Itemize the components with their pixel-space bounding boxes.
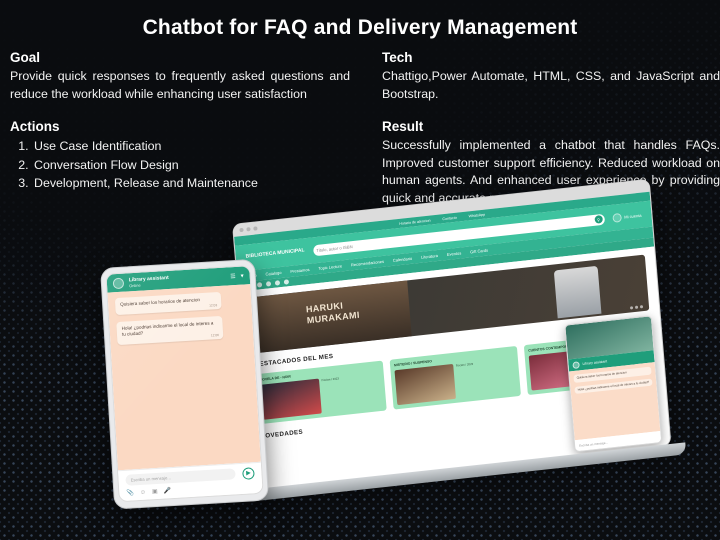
actions-item: Conversation Flow Design — [32, 156, 350, 175]
search-icon[interactable]: ⚲ — [594, 214, 603, 224]
nav-item[interactable]: Eventos — [447, 250, 462, 257]
widget-input-placeholder: Escriba un mensaje... — [579, 440, 609, 448]
window-maximize-icon[interactable] — [253, 226, 258, 231]
page-title: Chatbot for FAQ and Delivery Management — [142, 16, 578, 39]
book-card[interactable]: MISTERIO / SUSPENSO Ficcion / 2023 — [389, 345, 521, 410]
tech-body: Chattigo,Power Automate, HTML, CSS, and … — [382, 69, 720, 101]
chat-bubble-text: Hola! ¿podrias indicarme el local de int… — [121, 320, 214, 337]
account-menu[interactable]: Mi cuenta — [611, 210, 642, 223]
result-heading: Result — [382, 119, 424, 134]
chat-bubble-time: 12:03 — [209, 302, 218, 308]
account-label: Mi cuenta — [624, 212, 642, 220]
nav-item[interactable]: Calendario — [393, 256, 413, 263]
chat-bubble: Quisiera saber los horarios de atencion … — [114, 291, 222, 316]
camera-icon[interactable]: ▣ — [152, 488, 158, 495]
nav-item[interactable]: Recomendaciones — [351, 259, 384, 268]
goal-heading: Goal — [10, 50, 41, 65]
whatsapp-icon[interactable] — [283, 279, 290, 285]
message-input-placeholder: Escriba un mensaje... — [130, 475, 171, 483]
paperclip-icon[interactable]: 📎 — [126, 489, 134, 496]
browser-window: Horario de atencion Contacto WhatsApp BI… — [232, 178, 672, 492]
actions-item: Use Case Identification — [32, 137, 350, 156]
phone-screen: Library assistant Online ☰ ▾ Quisiera sa… — [105, 265, 264, 503]
chat-contact-status: Online — [128, 282, 141, 288]
phone-mockup: Library assistant Online ☰ ▾ Quisiera sa… — [100, 258, 275, 518]
goal-body: Provide quick responses to frequently as… — [10, 69, 350, 101]
nav-item[interactable]: Literatura — [421, 253, 438, 260]
youtube-icon[interactable] — [274, 280, 281, 286]
chat-header-actions: ☰ ▾ — [230, 272, 244, 280]
equalizer-icon[interactable]: ☰ — [230, 272, 236, 279]
chat-message-list: Quisiera saber los horarios de atencion … — [107, 284, 261, 471]
book-card[interactable]: NOVELA DE - NOIR Ficcion / 2023 — [255, 360, 387, 425]
hero-portrait-image — [554, 265, 602, 319]
avatar — [112, 277, 125, 289]
instagram-icon[interactable] — [265, 281, 272, 287]
topbar-link[interactable]: Contacto — [442, 215, 457, 221]
book-card-meta: Ficcion / 2023 — [321, 376, 340, 383]
chat-bubble-time: 12:06 — [210, 332, 220, 338]
topbar-link[interactable]: WhatsApp — [468, 212, 485, 218]
window-minimize-icon[interactable] — [246, 227, 251, 232]
chat-bubble: Hola! ¿podrias indicarme el local de int… — [116, 315, 224, 346]
window-close-icon[interactable] — [239, 227, 244, 233]
nav-item[interactable]: Prestamos — [290, 267, 309, 274]
search-placeholder: Titulo, autor o ISBN — [316, 243, 353, 253]
phone-device: Library assistant Online ☰ ▾ Quisiera sa… — [100, 258, 270, 510]
book-card-meta: Ficcion / 2023 — [455, 361, 474, 368]
actions-list: Use Case Identification Conversation Flo… — [10, 137, 350, 193]
nav-item[interactable]: Catalogo — [265, 270, 281, 277]
right-column: Tech Chattigo,Power Automate, HTML, CSS,… — [382, 50, 720, 207]
emoji-icon[interactable]: ☺ — [140, 489, 146, 495]
embedded-chat-widget[interactable]: Library assistant Quisiera saber los hor… — [564, 315, 663, 453]
send-icon[interactable]: ▶ — [242, 466, 255, 480]
book-cover-image — [394, 363, 456, 406]
actions-item: Development, Release and Maintenance — [32, 174, 350, 193]
slide-content: Chatbot for FAQ and Delivery Management … — [0, 0, 720, 540]
nav-item[interactable]: Topic Lecture — [318, 263, 342, 271]
book-cover-image — [260, 378, 322, 420]
avatar — [611, 212, 622, 223]
chat-header-text: Library assistant Online — [129, 274, 170, 287]
left-column: Goal Provide quick responses to frequent… — [10, 50, 350, 193]
microphone-icon[interactable]: 🎤 — [163, 487, 171, 494]
chevron-down-icon[interactable]: ▾ — [240, 272, 244, 279]
chat-bubble-text: Quisiera saber los horarios de atencion — [120, 297, 201, 307]
actions-heading: Actions — [10, 119, 60, 134]
widget-messages: Quisiera saber los horarios de atencion … — [569, 362, 661, 441]
laptop-mockup: Horario de atencion Contacto WhatsApp BI… — [232, 178, 687, 504]
widget-title: Library assistant — [582, 359, 608, 366]
tech-heading: Tech — [382, 50, 413, 65]
avatar — [572, 360, 580, 369]
nav-item[interactable]: Gift Cards — [470, 248, 488, 255]
message-input[interactable]: Escriba un mensaje... — [125, 468, 236, 486]
carousel-dots[interactable] — [629, 305, 644, 310]
